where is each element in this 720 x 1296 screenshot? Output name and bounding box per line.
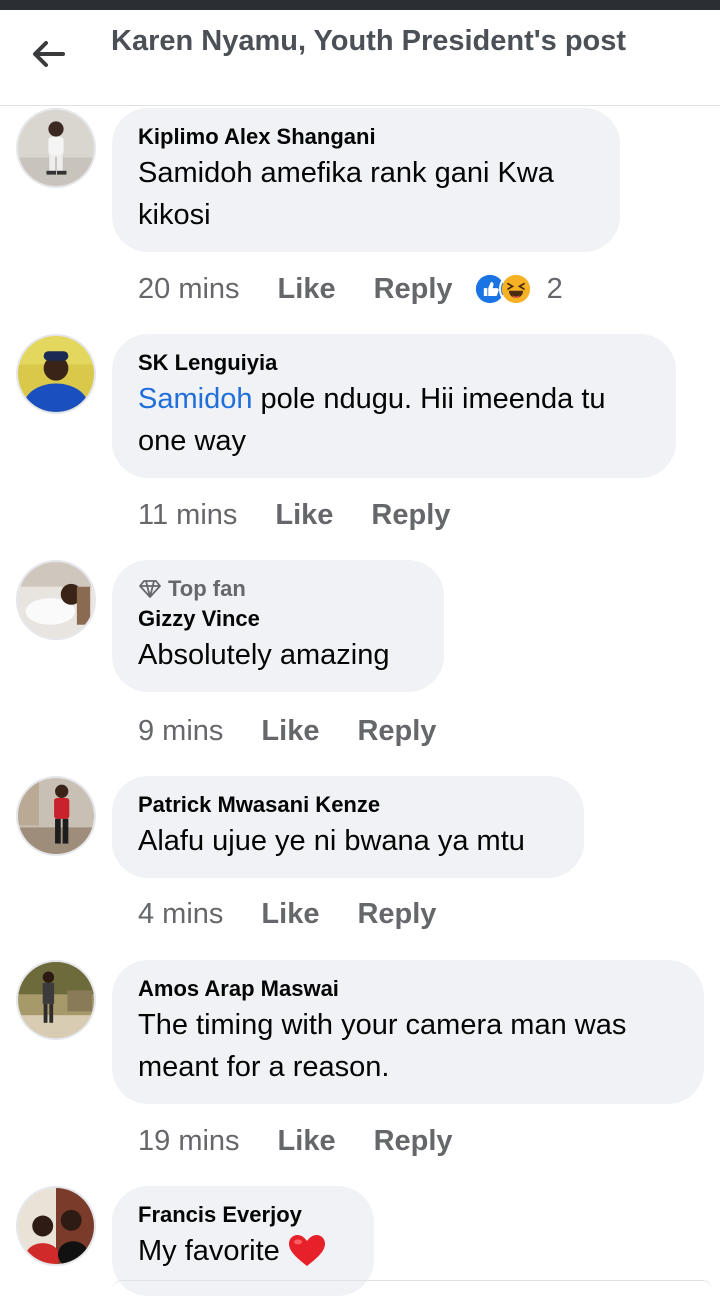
heart-emoji-icon xyxy=(288,1235,325,1266)
top-fan-badge: Top fan xyxy=(138,574,418,604)
haha-reaction-icon xyxy=(498,272,533,306)
comment-text: Absolutely amazing xyxy=(138,639,390,671)
page-title: Karen Nyamu, Youth President's post xyxy=(111,25,627,57)
avatar[interactable] xyxy=(16,960,96,1040)
like-button[interactable]: Like xyxy=(261,898,319,931)
comment-text: The timing with your camera man was mean… xyxy=(138,1009,627,1083)
comment-time[interactable]: 20 mins xyxy=(138,273,240,306)
reply-button[interactable]: Reply xyxy=(374,273,453,306)
comment-author[interactable]: SK Lenguiyia xyxy=(138,348,650,378)
status-bar xyxy=(0,0,720,10)
back-button[interactable] xyxy=(22,32,74,76)
comment-text: My favorite xyxy=(138,1230,348,1272)
comment-text: Samidoh amefika rank gani Kwa kikosi xyxy=(138,157,554,231)
avatar[interactable] xyxy=(16,1186,96,1266)
reaction-count: 2 xyxy=(546,272,563,305)
like-button[interactable]: Like xyxy=(261,715,319,748)
comment-time[interactable]: 19 mins xyxy=(138,1125,240,1158)
avatar[interactable] xyxy=(16,334,96,414)
comment-bubble[interactable]: Kiplimo Alex Shangani Samidoh amefika ra… xyxy=(112,108,620,252)
reply-button[interactable]: Reply xyxy=(357,898,436,931)
diamond-icon xyxy=(139,580,161,598)
avatar[interactable] xyxy=(16,108,96,188)
comment-composer-edge xyxy=(112,1280,712,1290)
comment-author[interactable]: Amos Arap Maswai xyxy=(138,974,678,1004)
comment-bubble[interactable]: SK Lenguiyia Samidoh pole ndugu. Hii ime… xyxy=(112,334,676,478)
comment-actions: 4 mins Like Reply xyxy=(138,894,474,934)
avatar-image xyxy=(18,778,94,854)
post-header: Karen Nyamu, Youth President's post xyxy=(0,10,720,106)
avatar-image xyxy=(18,1188,94,1264)
reply-button[interactable]: Reply xyxy=(371,499,450,532)
comment-time[interactable]: 9 mins xyxy=(138,715,223,748)
comment-author[interactable]: Francis Everjoy xyxy=(138,1200,348,1230)
avatar-image xyxy=(18,962,94,1038)
reply-button[interactable]: Reply xyxy=(374,1125,453,1158)
mention-link[interactable]: Samidoh xyxy=(138,383,252,415)
comment-text: Samidoh pole ndugu. Hii imeenda tu one w… xyxy=(138,378,650,462)
avatar[interactable] xyxy=(16,560,96,640)
comment-time[interactable]: 11 mins xyxy=(138,499,237,532)
comment-author[interactable]: Gizzy Vince xyxy=(138,604,418,634)
comment-bubble[interactable]: Patrick Mwasani Kenze Alafu ujue ye ni b… xyxy=(112,776,584,878)
comment-actions: 20 mins Like Reply 2 xyxy=(138,269,563,309)
badge-label: Top fan xyxy=(168,576,246,601)
avatar-image xyxy=(18,562,94,638)
comment-actions: 9 mins Like Reply xyxy=(138,711,474,751)
avatar-image xyxy=(18,110,94,186)
comment-text: Alafu ujue ye ni bwana ya mtu xyxy=(138,825,525,857)
comment-actions: 19 mins Like Reply xyxy=(138,1121,491,1161)
comment-bubble[interactable]: Amos Arap Maswai The timing with your ca… xyxy=(112,960,704,1104)
comment-text-content: My favorite xyxy=(138,1235,280,1267)
like-button[interactable]: Like xyxy=(278,1125,336,1158)
comment-time[interactable]: 4 mins xyxy=(138,898,223,931)
like-button[interactable]: Like xyxy=(275,499,333,532)
reaction-summary[interactable]: 2 xyxy=(472,272,563,306)
back-arrow-icon xyxy=(33,41,65,67)
like-button[interactable]: Like xyxy=(278,273,336,306)
avatar[interactable] xyxy=(16,776,96,856)
reply-button[interactable]: Reply xyxy=(357,715,436,748)
avatar-image xyxy=(18,336,94,412)
comment-bubble[interactable]: Top fan Gizzy Vince Absolutely amazing xyxy=(112,560,444,692)
comment-author[interactable]: Kiplimo Alex Shangani xyxy=(138,122,594,152)
comment-actions: 11 mins Like Reply xyxy=(138,495,488,535)
comment-author[interactable]: Patrick Mwasani Kenze xyxy=(138,790,558,820)
